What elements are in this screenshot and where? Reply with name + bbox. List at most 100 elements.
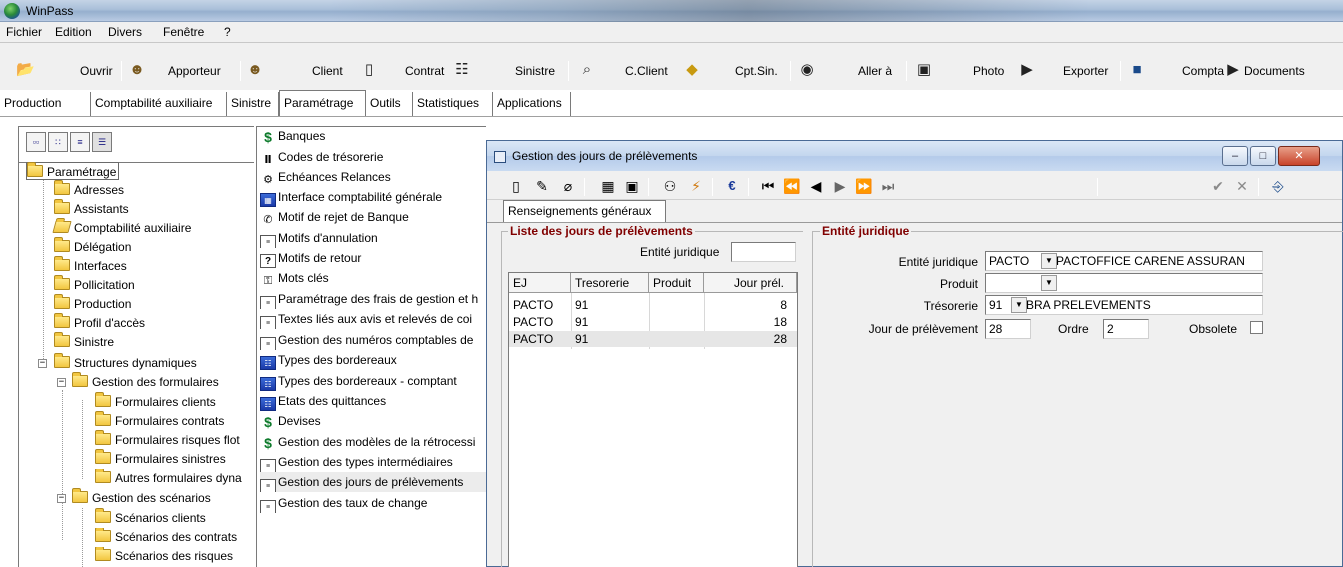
small-icons-view-icon[interactable]: ∷ <box>48 132 68 152</box>
list-view-icon[interactable]: ≡ <box>70 132 90 152</box>
list-item-types-intermediaires[interactable]: ≡ Gestion des types intermédiaires <box>260 452 486 472</box>
tree-node-gestion-formulaires[interactable]: Gestion des formulaires <box>72 372 219 391</box>
toolbar-apporteur[interactable]: Apporteur <box>168 64 221 78</box>
tree-node-formulaires-sinistres[interactable]: Formulaires sinistres <box>95 449 226 468</box>
tab-comptabilite-auxiliaire[interactable]: Comptabilité auxiliaire <box>91 92 227 116</box>
chevron-down-icon[interactable]: ▼ <box>1041 275 1057 291</box>
tree-node-delegation[interactable]: Délégation <box>54 237 131 256</box>
eraser-icon[interactable]: ⌀ <box>558 176 578 196</box>
tree-node-autres-formulaires[interactable]: Autres formulaires dyna <box>95 469 254 487</box>
rewind-icon[interactable]: ⏪ <box>782 176 802 196</box>
large-icons-view-icon[interactable]: ▫▫ <box>26 132 46 152</box>
list-item-motifs-annulation[interactable]: ≡ Motifs d'annulation <box>260 228 486 248</box>
list-item-motif-rejet-banque[interactable]: ✆ Motif de rejet de Banque <box>260 207 486 227</box>
menu-edition[interactable]: Edition <box>55 25 92 39</box>
toolbar-compta[interactable]: Compta <box>1182 64 1224 78</box>
sinistre-search-icon[interactable]: ⌕ <box>578 61 596 79</box>
validate-check-icon[interactable]: ✔ <box>1208 176 1228 196</box>
cancel-x-icon[interactable]: ✕ <box>1232 176 1252 196</box>
list-item-numeros-comptables[interactable]: ≡ Gestion des numéros comptables de <box>260 330 486 350</box>
details-view-icon[interactable]: ☰ <box>92 132 112 152</box>
tab-parametrage[interactable]: Paramétrage <box>279 90 366 117</box>
tree-node-formulaires-contrats[interactable]: Formulaires contrats <box>95 411 224 430</box>
tree-node-formulaires-clients[interactable]: Formulaires clients <box>95 392 216 411</box>
binoculars-icon[interactable]: ⚇ <box>660 176 680 196</box>
list-item-jours-prelevements[interactable]: ≡ Gestion des jours de prélèvements <box>260 472 486 492</box>
tab-renseignements-generaux[interactable]: Renseignements généraux <box>503 200 666 222</box>
list-item-types-bordereaux-comptant[interactable]: ☷ Types des bordereaux - comptant <box>260 371 486 391</box>
previous-record-icon[interactable]: ◀ <box>806 176 826 196</box>
list-item-mots-cles[interactable]: ⚿ Mots clés <box>260 268 486 288</box>
apporteur-icon[interactable]: ☻ <box>128 61 146 79</box>
tab-applications[interactable]: Applications <box>493 92 571 116</box>
list-item-interface-comptabilite[interactable]: ▦ Interface comptabilité générale <box>260 187 486 207</box>
window-titlebar[interactable] <box>0 0 1343 22</box>
list-item-etats-quittances[interactable]: ☷ Etats des quittances <box>260 391 486 411</box>
maximize-icon[interactable]: □ <box>1250 146 1276 166</box>
column-header-jour-prel[interactable]: Jour prél. <box>704 273 797 293</box>
last-record-icon[interactable]: ⏭ <box>878 176 898 196</box>
list-item-banques[interactable]: $ Banques <box>260 126 486 146</box>
tree-node-interfaces[interactable]: Interfaces <box>54 256 127 275</box>
column-header-ej[interactable]: EJ <box>509 273 571 293</box>
client-card-icon[interactable]: ▯ <box>360 61 378 79</box>
tree-node-assistants[interactable]: Assistants <box>54 199 129 218</box>
tree-node-structures-dynamiques[interactable]: Structures dynamiques <box>54 353 197 372</box>
tree-node-sinistre[interactable]: Sinistre <box>54 332 114 351</box>
open-folder-icon[interactable]: 📂 <box>16 61 35 79</box>
tab-statistiques[interactable]: Statistiques <box>413 92 493 116</box>
list-item-codes-tresorerie[interactable]: Ⅱ Codes de trésorerie <box>260 147 486 167</box>
menu-help[interactable]: ? <box>224 25 231 39</box>
toolbar-documents[interactable]: Documents <box>1244 64 1305 78</box>
menu-divers[interactable]: Divers <box>108 25 142 39</box>
first-record-icon[interactable]: ⏮ <box>758 176 778 196</box>
toolbar-cptsin[interactable]: Cpt.Sin. <box>735 64 778 78</box>
tree-node-adresses[interactable]: Adresses <box>54 180 124 199</box>
column-header-tresorerie[interactable]: Tresorerie <box>571 273 649 293</box>
compta-arrow-icon[interactable]: ▶ <box>1224 61 1242 79</box>
table-row[interactable]: PACTO 91 8 <box>509 297 797 313</box>
toolbar-contrat[interactable]: Contrat <box>405 64 444 78</box>
grid-view-icon[interactable]: ▦ <box>598 176 618 196</box>
column-header-produit[interactable]: Produit <box>649 273 704 293</box>
table-row[interactable]: PACTO 91 18 <box>509 314 797 330</box>
toolbar-cclient[interactable]: C.Client <box>625 64 668 78</box>
produit-combo[interactable] <box>985 273 1263 293</box>
ordre-input[interactable]: 2 <box>1103 319 1149 339</box>
toolbar-photo[interactable]: Photo <box>973 64 1004 78</box>
camera-icon[interactable]: ▣ <box>622 176 642 196</box>
edit-pencil-icon[interactable]: ✎ <box>532 176 552 196</box>
tree-node-formulaires-risques[interactable]: Formulaires risques flot <box>95 430 240 449</box>
tree-node-profil-acces[interactable]: Profil d'accès <box>54 313 145 332</box>
list-item-echeances-relances[interactable]: ⚙ Echéances Relances <box>260 167 486 187</box>
tree-node-parametrage[interactable]: Paramétrage <box>26 162 120 180</box>
client-person-icon[interactable]: ☻ <box>246 61 264 79</box>
lightning-icon[interactable]: ⚡ <box>686 176 706 196</box>
chevron-down-icon[interactable]: ▼ <box>1011 297 1027 313</box>
photo-arrow-icon[interactable]: ▶ <box>1018 61 1036 79</box>
tab-outils[interactable]: Outils <box>366 92 413 116</box>
tree-node-scenarios-contrats[interactable]: Scénarios des contrats <box>95 528 254 546</box>
toolbar-client[interactable]: Client <box>312 64 343 78</box>
menu-fichier[interactable]: Fichier <box>6 25 42 39</box>
euro-franc-icon[interactable]: € <box>722 176 742 196</box>
table-row[interactable]: PACTO 91 28 <box>509 331 797 347</box>
entite-juridique-filter-input[interactable] <box>731 242 796 262</box>
tree-node-scenarios-risques[interactable]: Scénarios des risques <box>95 547 254 565</box>
tree-collapse-icon[interactable]: − <box>38 359 47 368</box>
contrat-doc-icon[interactable]: ☷ <box>453 61 471 79</box>
list-item-frais-gestion[interactable]: ≡ Paramétrage des frais de gestion et h <box>260 289 486 309</box>
toolbar-ouvrir[interactable]: Ouvrir <box>80 64 113 78</box>
list-item-types-bordereaux[interactable]: ☷ Types des bordereaux <box>260 350 486 370</box>
list-item-modeles-retrocession[interactable]: $ Gestion des modèles de la rétrocessi <box>260 432 486 452</box>
list-item-motifs-retour[interactable]: ? Motifs de retour <box>260 248 486 268</box>
fast-forward-icon[interactable]: ⏩ <box>854 176 874 196</box>
list-item-textes-avis[interactable]: ≡ Textes liés aux avis et relevés de coi <box>260 309 486 329</box>
tab-sinistre[interactable]: Sinistre <box>227 92 279 116</box>
list-item-devises[interactable]: $ Devises <box>260 411 486 431</box>
tree-collapse-icon[interactable]: − <box>57 494 66 503</box>
tree-node-production[interactable]: Production <box>54 294 131 313</box>
exit-door-icon[interactable]: ⎆ <box>1268 176 1288 196</box>
tree-collapse-icon[interactable]: − <box>57 378 66 387</box>
tree-node-comptabilite-auxiliaire[interactable]: Comptabilité auxiliaire <box>52 219 191 237</box>
